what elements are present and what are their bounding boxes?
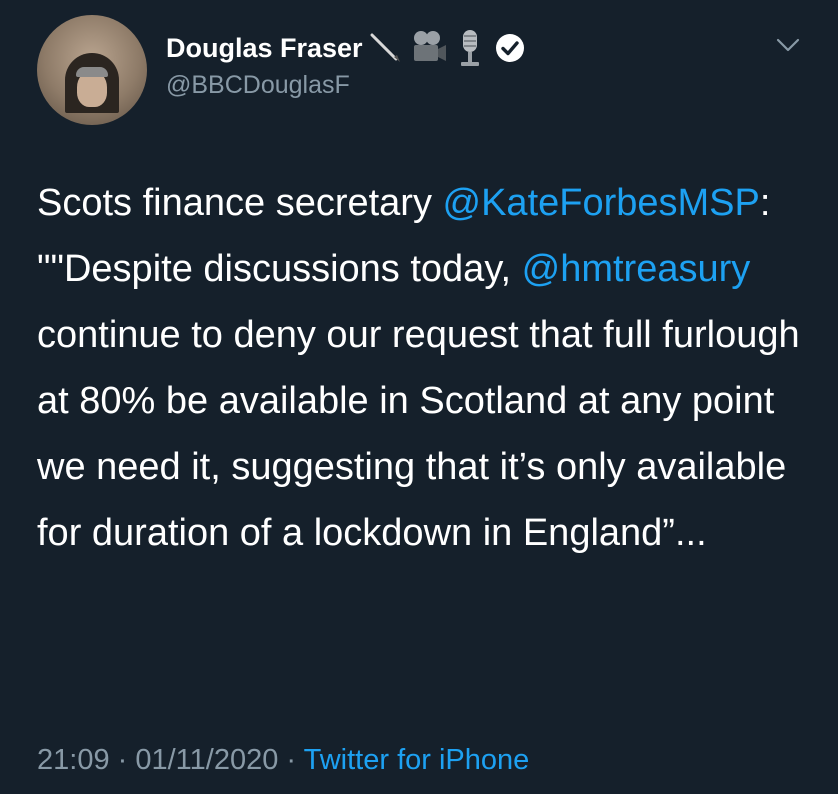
tweet-source-link[interactable]: Twitter for iPhone: [304, 744, 530, 776]
chevron-down-icon[interactable]: [774, 34, 802, 56]
author-name-row: Douglas Fraser: [166, 30, 525, 66]
movie-camera-icon: [409, 29, 449, 67]
avatar-hair: [76, 67, 108, 77]
avatar[interactable]: [37, 15, 147, 125]
meta-separator: ·: [278, 744, 304, 776]
tweet-text-segment: Scots finance secretary: [37, 182, 443, 224]
verified-badge-icon: [495, 33, 525, 63]
author-handle[interactable]: @BBCDouglasF: [166, 71, 350, 100]
tweet-time: 21:09: [37, 744, 110, 776]
tweet-text-segment: continue to deny our request that full f…: [37, 314, 800, 554]
tweet-header: Douglas Fraser @BBCDouglasF: [0, 0, 838, 130]
mention-link-kateforbesmsp[interactable]: @KateForbesMSP: [443, 182, 760, 224]
mention-link-hmtreasury[interactable]: @hmtreasury: [522, 248, 751, 290]
meta-separator: ·: [109, 744, 136, 776]
tweet-text: Scots finance secretary @KateForbesMSP: …: [37, 170, 817, 566]
pen-icon: [369, 31, 403, 65]
microphone-icon: [455, 28, 485, 68]
tweet-date: 01/11/2020: [135, 744, 279, 776]
tweet-metadata: 21:09 · 01/11/2020 · Twitter for iPhone: [37, 744, 529, 777]
author-display-name[interactable]: Douglas Fraser: [166, 33, 363, 64]
